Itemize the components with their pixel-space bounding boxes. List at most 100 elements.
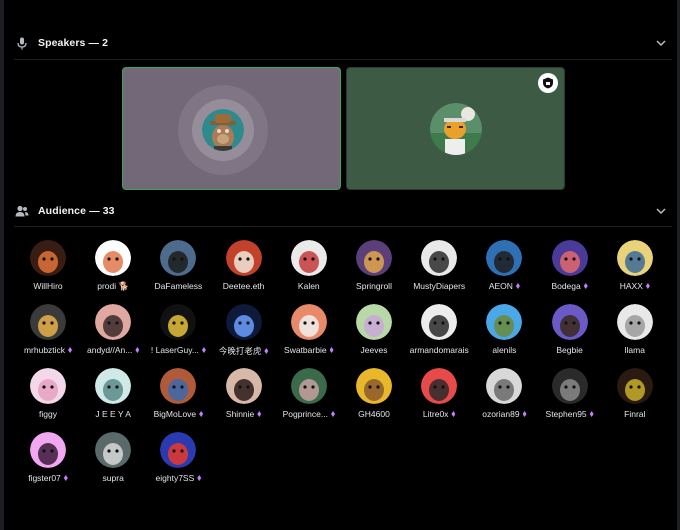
avatar <box>616 304 653 340</box>
avatar <box>160 368 197 404</box>
audience-member[interactable]: figgy <box>16 364 80 424</box>
avatar <box>356 368 392 404</box>
audience-section-header[interactable]: Audience — 33 <box>14 200 674 222</box>
audience-member[interactable]: supra <box>81 428 145 488</box>
avatar <box>486 240 523 276</box>
nitro-gem-icon <box>197 475 202 481</box>
audience-member[interactable]: Jeeves <box>342 300 406 360</box>
avatar <box>160 240 197 276</box>
member-name: eighty7SS <box>140 473 216 483</box>
nitro-gem-icon <box>199 411 204 417</box>
avatar <box>225 368 262 404</box>
audience-member[interactable]: Stephen95 <box>538 364 602 424</box>
nitro-gem-icon <box>329 347 334 353</box>
audience-member[interactable]: Kalen <box>277 236 341 296</box>
avatar <box>616 368 653 404</box>
member-name-text: figgy <box>39 409 57 419</box>
nitro-gem-icon <box>63 475 68 481</box>
avatar <box>421 240 458 276</box>
audience-member[interactable]: prodi 🐕 <box>81 236 145 296</box>
chevron-down-icon[interactable] <box>654 204 668 218</box>
member-name-text: Finral <box>624 409 646 419</box>
audience-member[interactable]: Shinnie <box>212 364 276 424</box>
member-name-text: GH4600 <box>358 409 390 419</box>
member-name-text: supra <box>102 473 124 483</box>
audience-member[interactable]: eighty7SS <box>146 428 210 488</box>
audience-member[interactable]: DaFameless <box>146 236 210 296</box>
avatar <box>160 304 197 340</box>
audience-member[interactable]: Pogprince... <box>277 364 341 424</box>
audience-title: Audience — 33 <box>38 205 115 217</box>
speakers-divider <box>14 59 672 60</box>
avatar <box>551 304 588 340</box>
member-name-text: Swatbarbie <box>284 345 327 355</box>
member-name-text: HAXX <box>619 281 643 291</box>
audience-member[interactable]: Springroll <box>342 236 406 296</box>
audience-member[interactable]: AEON <box>472 236 536 296</box>
audience-icon <box>14 203 30 219</box>
audience-member[interactable]: HAXX <box>603 236 667 296</box>
avatar <box>95 368 132 404</box>
speaker-tile-1[interactable] <box>122 67 341 190</box>
audience-member[interactable]: Litre0x <box>407 364 471 424</box>
avatar <box>30 304 66 340</box>
member-name-text: andyd//An... <box>87 345 133 355</box>
member-name-text: MustyDiapers <box>413 281 466 291</box>
speaker-avatar-ape <box>202 109 244 151</box>
audience-member[interactable]: andyd//An... <box>81 300 145 360</box>
speakers-section-header[interactable]: Speakers — 2 <box>14 32 674 54</box>
audience-member[interactable]: Deetee.eth <box>212 236 276 296</box>
member-name-text: alenils <box>492 345 517 355</box>
audience-member[interactable]: WillHiro <box>16 236 80 296</box>
member-name-text: ! LaserGuy... <box>150 345 199 355</box>
avatar <box>95 240 132 276</box>
avatar <box>616 240 653 276</box>
audience-member[interactable]: Finral <box>603 364 667 424</box>
audience-member[interactable]: BigMoLove <box>146 364 210 424</box>
member-name-text: armandomarais <box>409 345 469 355</box>
nitro-gem-icon <box>645 283 650 289</box>
shield-icon <box>538 73 558 93</box>
speaker-tile-2[interactable] <box>346 67 565 190</box>
audience-member[interactable]: GH4600 <box>342 364 406 424</box>
avatar <box>290 240 327 276</box>
avatar <box>95 304 132 340</box>
member-name-text: Pogprince... <box>282 409 328 419</box>
member-name-text: Kalen <box>297 281 320 291</box>
avatar <box>225 240 262 276</box>
audience-member[interactable]: 今晚打老虎 <box>212 300 276 360</box>
avatar <box>95 432 132 468</box>
member-name-text: WillHiro <box>33 281 63 291</box>
nitro-gem-icon <box>330 411 335 417</box>
avatar <box>30 368 66 404</box>
nitro-gem-icon <box>257 411 262 417</box>
member-name-text: eighty7SS <box>155 473 195 483</box>
audience-member[interactable]: mrhubztick <box>16 300 80 360</box>
avatar <box>356 304 392 340</box>
member-name-text: Begbie <box>556 345 583 355</box>
microphone-icon <box>14 35 30 51</box>
audience-member[interactable]: armandomarais <box>407 300 471 360</box>
audience-member[interactable]: Bodega <box>538 236 602 296</box>
audience-member[interactable]: ! LaserGuy... <box>146 300 210 360</box>
audience-member[interactable]: MustyDiapers <box>407 236 471 296</box>
audience-divider <box>14 226 672 227</box>
member-name-text: Stephen95 <box>545 409 587 419</box>
audience-member[interactable]: llama <box>603 300 667 360</box>
member-name-text: Jeeves <box>360 345 388 355</box>
member-name-text: Deetee.eth <box>222 281 265 291</box>
chevron-down-icon[interactable] <box>654 36 668 50</box>
avatar <box>356 240 392 276</box>
audience-member[interactable]: J E E Y A <box>81 364 145 424</box>
member-name-text: AEON <box>488 281 513 291</box>
speaker-avatar-tiger <box>430 103 482 155</box>
audience-member[interactable]: ozorian89 <box>472 364 536 424</box>
audience-member[interactable]: figster07 <box>16 428 80 488</box>
audience-member[interactable]: alenils <box>472 300 536 360</box>
audience-member[interactable]: Swatbarbie <box>277 300 341 360</box>
avatar <box>551 240 588 276</box>
audience-member[interactable]: Begbie <box>538 300 602 360</box>
member-name: Finral <box>597 409 673 419</box>
avatar <box>30 432 66 468</box>
member-name-text: Springroll <box>356 281 392 291</box>
